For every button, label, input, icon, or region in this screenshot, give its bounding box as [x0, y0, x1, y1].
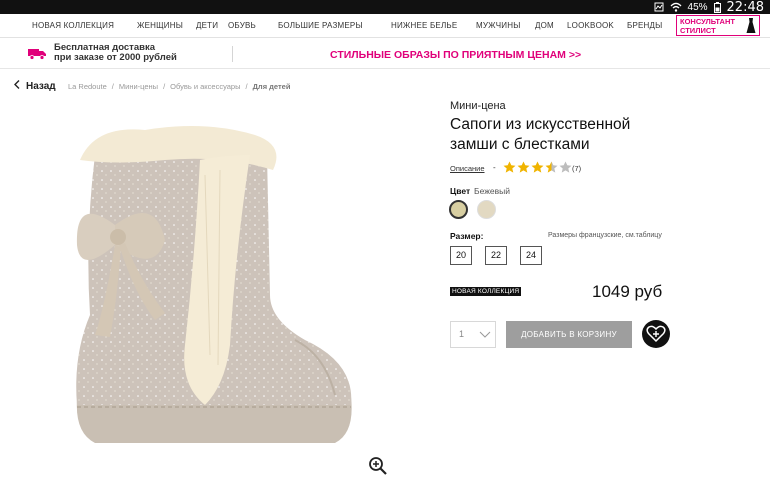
nav-item-brands[interactable]: БРЕНДЫ	[627, 14, 662, 38]
review-count[interactable]: (7)	[572, 164, 581, 173]
battery-percent: 45%	[687, 1, 708, 13]
product-category: Мини-цена	[450, 100, 506, 112]
free-shipping-text: Бесплатная доставка при заказе от 2000 р…	[54, 43, 177, 63]
breadcrumb-current: Для детей	[252, 82, 291, 91]
breadcrumb-item[interactable]: Мини-цены	[119, 82, 158, 91]
nav-item-lingerie[interactable]: НИЖНЕЕ БЕЛЬЕ	[391, 14, 457, 38]
size-chart-note[interactable]: Размеры французские, см.таблицу	[548, 232, 662, 239]
stylist-consultant-button[interactable]: КОНСУЛЬТАНТ СТИЛИСТ	[676, 15, 760, 36]
promo-link[interactable]: СТИЛЬНЫЕ ОБРАЗЫ ПО ПРИЯТНЫМ ЦЕНАМ >>	[330, 49, 581, 61]
wishlist-button[interactable]	[642, 320, 670, 348]
nav-item-men[interactable]: МУЖЧИНЫ	[476, 14, 520, 38]
color-swatch[interactable]	[477, 200, 496, 219]
chevron-down-icon	[479, 331, 491, 338]
product-image[interactable]	[55, 115, 370, 460]
status-bar-right: 45% 22:48	[654, 0, 764, 15]
star-icon	[559, 161, 572, 173]
size-option[interactable]: 20	[450, 246, 472, 265]
truck-icon	[28, 49, 46, 60]
star-icon	[503, 161, 516, 173]
nav-item-women[interactable]: ЖЕНЩИНЫ	[137, 14, 183, 38]
chevron-left-icon	[14, 80, 20, 89]
breadcrumb: La Redoute / Мини-цены / Обувь и аксессуары /…	[68, 82, 291, 91]
consultant-label: КОНСУЛЬТАНТ СТИЛИСТ	[680, 17, 735, 35]
quantity-select[interactable]: 1	[450, 321, 496, 348]
product-title-line1: Сапоги из искусственной	[450, 116, 631, 133]
nav-item-plus-sizes[interactable]: БОЛЬШИЕ РАЗМЕРЫ	[278, 14, 363, 38]
size-option[interactable]: 22	[485, 246, 507, 265]
size-option[interactable]: 24	[520, 246, 542, 265]
nav-item-home[interactable]: ДОМ	[535, 14, 554, 38]
nav-item-lookbook[interactable]: LOOKBOOK	[567, 14, 614, 38]
star-icon	[531, 161, 544, 173]
color-swatch-selected[interactable]	[449, 200, 468, 219]
add-to-cart-button[interactable]: ДОБАВИТЬ В КОРЗИНУ	[506, 321, 632, 348]
consultant-line2: СТИЛИСТ	[680, 26, 716, 35]
new-collection-badge: НОВАЯ КОЛЛЕКЦИЯ	[450, 287, 522, 296]
status-bar: 45% 22:48	[0, 0, 770, 15]
product-title-line2: замши с блестками	[450, 136, 590, 153]
nav-item-shoes[interactable]: ОБУВЬ	[228, 14, 256, 38]
product-price: 1049 руб	[592, 282, 663, 301]
product-title: Сапоги из искусственной замши с блесткам…	[450, 115, 680, 155]
nav-item-new-collection[interactable]: НОВАЯ КОЛЛЕКЦИЯ	[32, 14, 114, 38]
heart-plus-icon	[646, 325, 666, 343]
star-icon	[517, 161, 530, 173]
breadcrumb-item[interactable]: La Redoute	[68, 82, 107, 91]
description-link[interactable]: Описание	[450, 164, 485, 173]
star-icon	[545, 161, 558, 173]
rating-stars[interactable]	[503, 161, 572, 173]
wifi-icon	[670, 2, 681, 12]
notification-icon	[654, 2, 664, 12]
color-value: Бежевый	[474, 186, 510, 196]
dress-icon	[746, 18, 756, 33]
back-label: Назад	[26, 81, 56, 92]
quantity-value: 1	[459, 329, 465, 339]
breadcrumb-item[interactable]: Обувь и аксессуары	[170, 82, 240, 91]
separator: -	[493, 163, 496, 172]
back-button[interactable]: Назад	[14, 80, 56, 92]
battery-icon	[713, 1, 721, 13]
nav-item-kids[interactable]: ДЕТИ	[196, 14, 218, 38]
shipping-line2: при заказе от 2000 рублей	[54, 52, 177, 63]
promo-divider	[232, 46, 233, 62]
size-label: Размер:	[450, 231, 484, 241]
main-nav: НОВАЯ КОЛЛЕКЦИЯ ЖЕНЩИНЫ ДЕТИ ОБУВЬ БОЛЬШ…	[0, 14, 770, 38]
clock: 22:48	[726, 0, 764, 15]
consultant-line1: КОНСУЛЬТАНТ	[680, 17, 735, 26]
zoom-in-icon[interactable]	[368, 456, 388, 476]
color-label: Цвет	[450, 186, 471, 196]
